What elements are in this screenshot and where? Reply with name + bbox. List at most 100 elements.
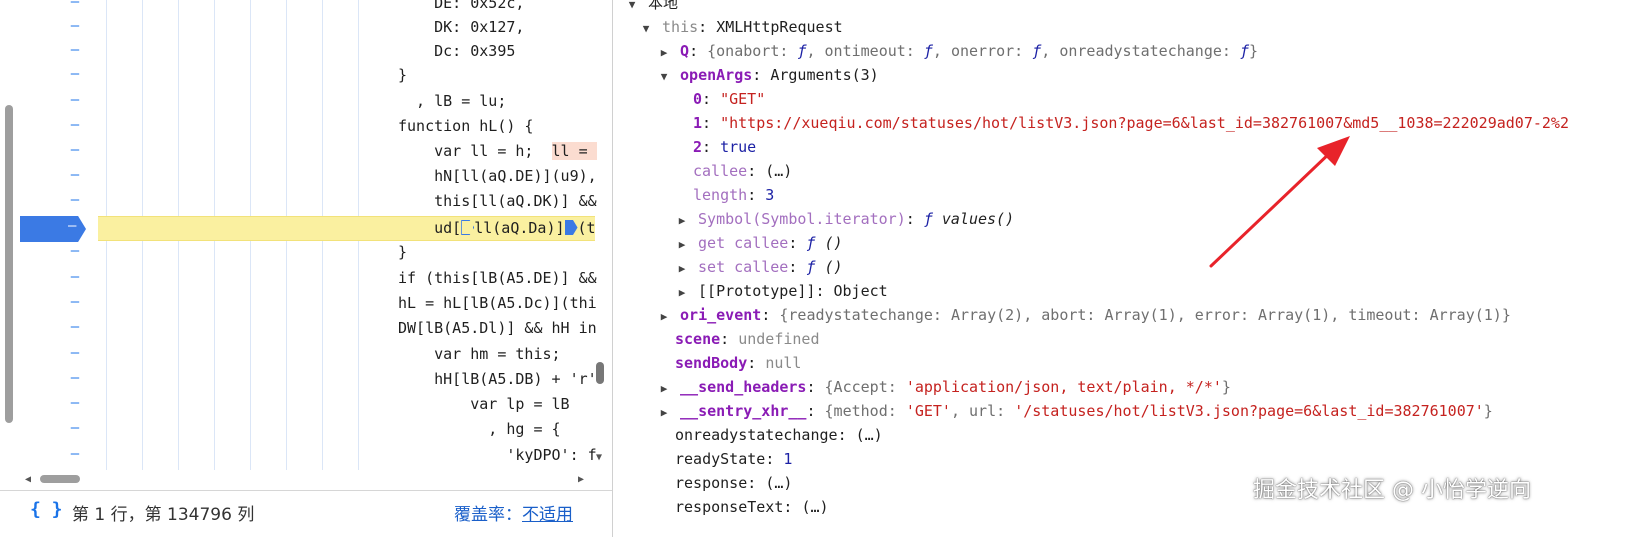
scope-row-openArgs[interactable]: ▼ openArgs: Arguments(3) (657, 63, 879, 87)
scope-row-Q[interactable]: ▶ Q: {onabort: ƒ, ontimeout: ƒ, onerror:… (657, 39, 1258, 63)
property-key: responseText (675, 498, 784, 516)
inline-breakpoint-icon[interactable] (461, 220, 475, 235)
line-number[interactable]: – (68, 192, 82, 208)
line-number[interactable]: – (68, 370, 82, 386)
code-line[interactable]: – Dc: 0x395 (20, 40, 595, 65)
scope-row-prototype[interactable]: ▶ [[Prototype]]: Object (675, 279, 888, 303)
code-line[interactable]: – 'kyDPO': f (20, 444, 597, 469)
line-number[interactable]: – (68, 294, 82, 310)
scope-row-set-callee[interactable]: ▶ set callee: ƒ () (675, 255, 843, 279)
preview-string: 'GET' (905, 402, 951, 420)
lazy-getter-value[interactable]: (…) (801, 498, 828, 516)
collapsed-triangle-icon[interactable]: ▶ (675, 257, 689, 281)
paused-code-line[interactable]: ud[ll(aQ.Da)] (t (98, 216, 596, 241)
code-segment: var ll = h; (398, 142, 552, 160)
code-vertical-scroll-thumb[interactable] (596, 362, 604, 384)
collapsed-triangle-icon[interactable]: ▶ (675, 281, 689, 305)
collapsed-triangle-icon[interactable]: ▶ (675, 209, 689, 233)
scope-row-readyState[interactable]: readyState: 1 (675, 447, 792, 471)
line-number[interactable]: – (68, 66, 82, 82)
scroll-down-arrow-icon[interactable]: ▼ (596, 452, 602, 463)
property-key: response (675, 474, 748, 492)
inline-breakpoint-icon[interactable] (564, 220, 578, 235)
property-value: () (815, 258, 843, 276)
pretty-print-icon[interactable]: { } (30, 499, 63, 520)
code-line[interactable]: –} (20, 64, 595, 89)
code-line[interactable]: – function hL() { (20, 115, 595, 140)
line-number[interactable]: – (68, 117, 82, 133)
scope-row-send-headers[interactable]: ▶ __send_headers: {Accept: 'application/… (657, 375, 1231, 399)
line-number[interactable]: – (68, 142, 82, 158)
line-number[interactable]: – (68, 345, 82, 361)
expanded-triangle-icon[interactable]: ▼ (657, 65, 671, 89)
collapsed-triangle-icon[interactable]: ▶ (657, 305, 671, 329)
scroll-left-arrow-icon[interactable]: ◀ (25, 474, 31, 485)
line-number[interactable]: – (68, 42, 82, 58)
property-key: ori_event (680, 306, 762, 324)
lazy-getter-value[interactable]: (…) (765, 162, 792, 180)
scope-row-sentry-xhr[interactable]: ▶ __sentry_xhr__: {method: 'GET', url: '… (657, 399, 1493, 423)
property-value: "https://xueqiu.com/statuses/hot/listV3.… (720, 114, 1569, 132)
horizontal-scroll-thumb[interactable] (40, 475, 80, 483)
line-number[interactable]: – (68, 420, 82, 436)
scope-row-sendBody[interactable]: sendBody: null (675, 351, 801, 375)
code-line[interactable]: – hN[ll(aQ.DE)](u9), (20, 165, 597, 190)
expanded-triangle-icon[interactable]: ▼ (625, 0, 639, 17)
line-number[interactable]: – (68, 167, 82, 183)
code-line[interactable]: – var lp = lB (20, 393, 595, 418)
code-line[interactable]: – DK: 0x127, (20, 16, 595, 41)
code-line[interactable]: – hL = hL[lB(A5.Dc)](thi (20, 292, 597, 317)
source-vertical-scrollbar[interactable] (0, 0, 18, 470)
line-number[interactable]: – (68, 446, 82, 462)
code-line[interactable]: – this[ll(aQ.DK)] && (20, 190, 597, 215)
source-scroll-thumb[interactable] (5, 105, 13, 423)
scope-row-response[interactable]: response: (…) (675, 471, 792, 495)
property-value: "GET" (720, 90, 766, 108)
collapsed-triangle-icon[interactable]: ▶ (657, 41, 671, 65)
code-line[interactable]: – , hg = { (20, 418, 595, 443)
scope-row-symbol-iterator[interactable]: ▶ Symbol(Symbol.iterator): ƒ values() (675, 207, 1014, 231)
code-line[interactable]: – , lB = lu; (20, 90, 595, 115)
scope-row-onreadystatechange[interactable]: onreadystatechange: (…) (675, 423, 883, 447)
scroll-right-arrow-icon[interactable]: ▶ (578, 474, 584, 485)
line-number[interactable]: – (68, 319, 82, 335)
code-line[interactable]: – var hm = this; (20, 343, 595, 368)
code-line[interactable]: – hH[lB(A5.DB) + 'r' (20, 368, 597, 393)
scope-row-arg0[interactable]: 0: "GET" (693, 87, 765, 111)
scope-row-responseText[interactable]: responseText: (…) (675, 495, 829, 519)
line-number[interactable]: – (68, 269, 82, 285)
line-number[interactable]: – (68, 18, 82, 34)
scope-row-ori-event[interactable]: ▶ ori_event: {readystatechange: Array(2)… (657, 303, 1511, 327)
line-number[interactable]: – (68, 218, 76, 234)
code-segment: ll(aQ.Da)] (474, 219, 565, 237)
scope-row-this[interactable]: ▼ this: XMLHttpRequest (639, 15, 843, 39)
scope-row-arg1[interactable]: 1: "https://xueqiu.com/statuses/hot/list… (693, 111, 1569, 135)
scope-row-get-callee[interactable]: ▶ get callee: ƒ () (675, 231, 843, 255)
collapsed-triangle-icon[interactable]: ▶ (675, 233, 689, 257)
collapsed-triangle-icon[interactable]: ▶ (657, 401, 671, 425)
line-number[interactable]: – (68, 243, 82, 259)
code-horizontal-scrollbar[interactable]: ◀ ▶ (20, 471, 595, 487)
coverage-status[interactable]: 覆盖率：不适用 (454, 500, 573, 525)
line-number[interactable]: – (68, 92, 82, 108)
line-number[interactable]: – (68, 395, 82, 411)
lazy-getter-value[interactable]: (…) (856, 426, 883, 444)
code-line[interactable]: – DE: 0x52c, (20, 0, 595, 17)
scope-row-scene[interactable]: scene: undefined (675, 327, 820, 351)
code-line[interactable]: – if (this[lB(A5.DE)] && (20, 267, 597, 292)
scope-row-arg2[interactable]: 2: true (693, 135, 756, 159)
scope-section-local[interactable]: ▼ 本地 (625, 0, 678, 15)
code-line[interactable]: – var ll = h; ll = (20, 140, 597, 165)
coverage-value[interactable]: 不适用 (522, 505, 573, 525)
code-line[interactable]: –} (20, 241, 595, 266)
expanded-triangle-icon[interactable]: ▼ (639, 17, 653, 41)
line-number[interactable]: – (68, 0, 82, 10)
property-key: readyState (675, 450, 766, 468)
collapsed-triangle-icon[interactable]: ▶ (657, 377, 671, 401)
breakpoint-line-marker[interactable]: – (20, 216, 86, 242)
scope-row-callee[interactable]: callee: (…) (693, 159, 792, 183)
preview-text: } (1249, 42, 1259, 60)
code-line[interactable]: – DW[lB(A5.Dl)] && hH in (20, 317, 597, 342)
scope-row-length[interactable]: length: 3 (693, 183, 774, 207)
lazy-getter-value[interactable]: (…) (765, 474, 792, 492)
